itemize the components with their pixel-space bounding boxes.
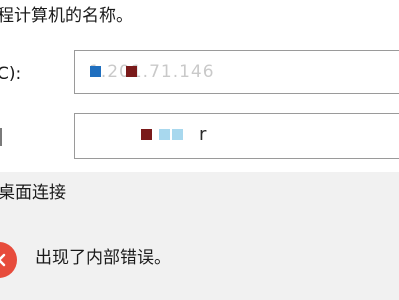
redaction-mark (126, 66, 137, 77)
instruction-text: 程计算机的名称。 (0, 6, 133, 26)
redaction-mark (172, 129, 183, 140)
computer-field[interactable]: 1.201.71.146 (74, 50, 399, 94)
redaction-mark (90, 66, 101, 77)
computer-label: C): (0, 64, 22, 84)
username-field[interactable]: r (74, 113, 399, 159)
error-icon (0, 242, 17, 278)
username-text: r (199, 124, 207, 145)
section-title: 桌面连接 (0, 183, 66, 203)
redaction-mark (159, 129, 170, 140)
redaction-mark (141, 129, 152, 140)
error-message: 出现了内部错误。 (35, 248, 171, 268)
left-edge-mark (0, 128, 2, 146)
connection-status-section: 桌面连接 出现了内部错误。 (0, 172, 399, 300)
computer-field-value: 1.201.71.146 (89, 62, 215, 82)
